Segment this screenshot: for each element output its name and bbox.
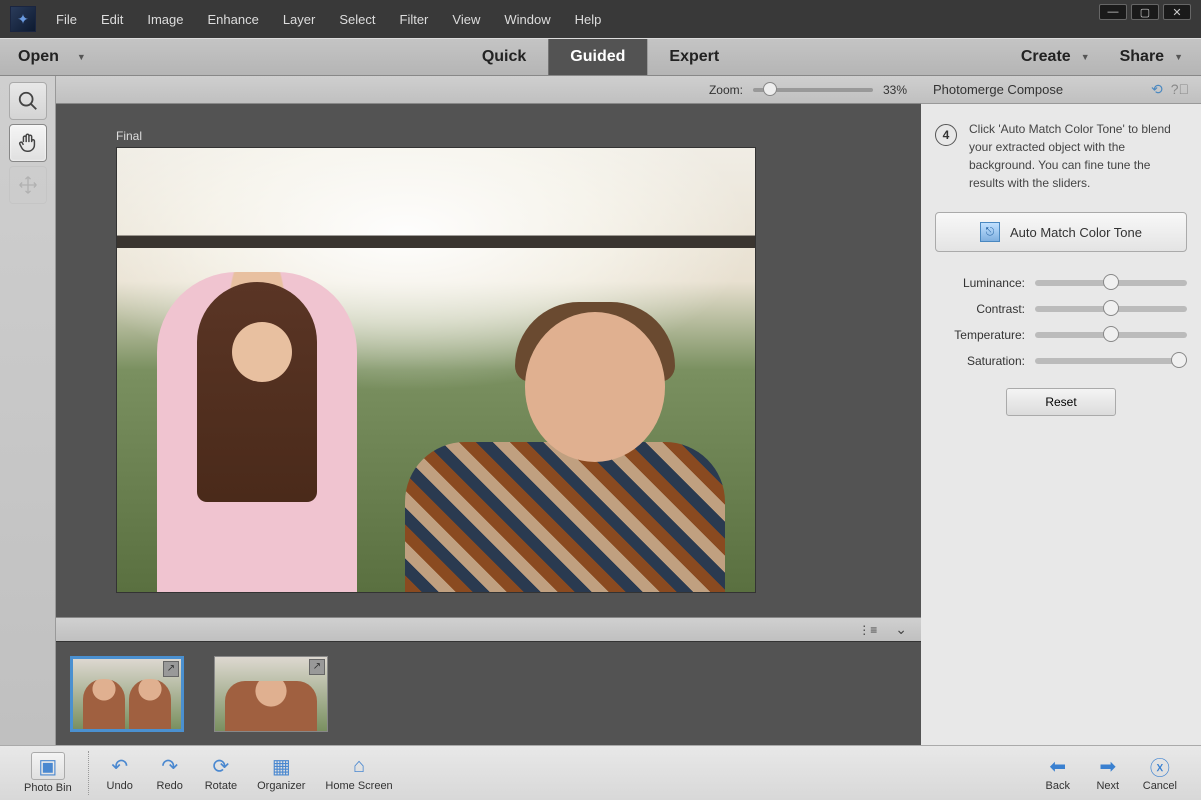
list-view-icon[interactable]: ⋮≡ xyxy=(858,623,877,637)
expand-icon[interactable]: ⌄ xyxy=(895,621,907,638)
zoom-slider[interactable] xyxy=(753,88,873,92)
slider-thumb[interactable] xyxy=(1171,352,1187,368)
open-button[interactable]: Open ▼ xyxy=(18,48,86,66)
step-row: 4 Click 'Auto Match Color Tone' to blend… xyxy=(935,120,1187,192)
back-button[interactable]: ⬅ Back xyxy=(1033,750,1083,796)
hand-tool[interactable] xyxy=(9,124,47,162)
slider-saturation: Saturation: xyxy=(935,354,1187,368)
menu-view[interactable]: View xyxy=(440,8,492,31)
canvas-image[interactable] xyxy=(116,147,756,593)
home-screen-button[interactable]: ⌂ Home Screen xyxy=(315,750,402,796)
reset-icon[interactable]: ⟲ xyxy=(1151,81,1163,98)
organizer-button[interactable]: ▦ Organizer xyxy=(247,750,315,796)
menu-edit[interactable]: Edit xyxy=(89,8,135,31)
photo-bin-thumb-1[interactable] xyxy=(70,656,184,732)
titlebar: ✦ File Edit Image Enhance Layer Select F… xyxy=(0,0,1201,38)
header-right-actions: Create ▼ Share ▼ xyxy=(1021,48,1183,66)
main-menu: File Edit Image Enhance Layer Select Fil… xyxy=(44,8,613,31)
canvas-viewport[interactable]: Final xyxy=(56,104,921,617)
photo-bin-icon: ▣ xyxy=(31,752,65,780)
redo-button[interactable]: ↷ Redo xyxy=(145,750,195,796)
zoom-value: 33% xyxy=(883,83,907,97)
rotate-icon: ⟳ xyxy=(207,754,235,778)
auto-match-icon: ⎋ xyxy=(980,222,1000,242)
reset-button[interactable]: Reset xyxy=(1006,388,1116,416)
contrast-slider[interactable] xyxy=(1035,306,1187,312)
redo-icon: ↷ xyxy=(156,754,184,778)
right-panel: Photomerge Compose ⟲ ?⃝ 4 Click 'Auto Ma… xyxy=(921,76,1201,745)
cancel-icon: ⓧ xyxy=(1146,754,1174,778)
menu-select[interactable]: Select xyxy=(327,8,387,31)
auto-match-color-tone-button[interactable]: ⎋ Auto Match Color Tone xyxy=(935,212,1187,252)
chevron-down-icon: ▼ xyxy=(1174,52,1183,62)
saturation-slider[interactable] xyxy=(1035,358,1187,364)
chevron-down-icon: ▼ xyxy=(77,52,86,62)
next-icon: ➡ xyxy=(1094,754,1122,778)
slider-contrast: Contrast: xyxy=(935,302,1187,316)
canvas-area: Zoom: 33% Final ⋮≡ ⌄ xyxy=(56,76,921,745)
tab-expert[interactable]: Expert xyxy=(647,39,741,75)
minimize-button[interactable]: — xyxy=(1099,4,1127,20)
separator xyxy=(88,751,89,795)
maximize-button[interactable]: ▢ xyxy=(1131,4,1159,20)
undo-button[interactable]: ↶ Undo xyxy=(95,750,145,796)
panel-body: 4 Click 'Auto Match Color Tone' to blend… xyxy=(921,104,1201,745)
open-label: Open xyxy=(18,48,59,66)
tool-column xyxy=(0,76,56,745)
zoom-slider-thumb[interactable] xyxy=(763,82,777,96)
menu-layer[interactable]: Layer xyxy=(271,8,328,31)
canvas-label: Final xyxy=(116,129,861,143)
slider-temperature: Temperature: xyxy=(935,328,1187,342)
menu-filter[interactable]: Filter xyxy=(388,8,441,31)
photo-bin xyxy=(56,641,921,745)
rotate-button[interactable]: ⟳ Rotate xyxy=(195,750,247,796)
zoom-tool[interactable] xyxy=(9,82,47,120)
bottom-toolbar: ▣ Photo Bin ↶ Undo ↷ Redo ⟳ Rotate ▦ Org… xyxy=(0,745,1201,800)
organizer-icon: ▦ xyxy=(267,754,295,778)
photo-bin-button[interactable]: ▣ Photo Bin xyxy=(14,748,82,798)
slider-thumb[interactable] xyxy=(1103,274,1119,290)
step-number: 4 xyxy=(935,124,957,146)
slider-luminance: Luminance: xyxy=(935,276,1187,290)
menu-help[interactable]: Help xyxy=(563,8,614,31)
zoom-bar: Zoom: 33% xyxy=(56,76,921,104)
create-button[interactable]: Create ▼ xyxy=(1021,48,1090,66)
menu-enhance[interactable]: Enhance xyxy=(196,8,271,31)
app-icon: ✦ xyxy=(10,6,36,32)
mode-header: Open ▼ Quick Guided Expert Create ▼ Shar… xyxy=(0,38,1201,76)
undo-icon: ↶ xyxy=(106,754,134,778)
panel-header: Photomerge Compose ⟲ ?⃝ xyxy=(921,76,1201,104)
luminance-slider[interactable] xyxy=(1035,280,1187,286)
slider-thumb[interactable] xyxy=(1103,326,1119,342)
slider-thumb[interactable] xyxy=(1103,300,1119,316)
tab-guided[interactable]: Guided xyxy=(548,39,647,75)
cancel-button[interactable]: ⓧ Cancel xyxy=(1133,750,1187,796)
panel-title: Photomerge Compose xyxy=(933,82,1063,97)
menu-file[interactable]: File xyxy=(44,8,89,31)
mode-tabs: Quick Guided Expert xyxy=(460,39,741,75)
temperature-slider[interactable] xyxy=(1035,332,1187,338)
next-button[interactable]: ➡ Next xyxy=(1083,750,1133,796)
back-icon: ⬅ xyxy=(1044,754,1072,778)
menu-window[interactable]: Window xyxy=(492,8,562,31)
move-tool xyxy=(9,166,47,204)
photo-bin-thumb-2[interactable] xyxy=(214,656,328,732)
help-icon[interactable]: ?⃝ xyxy=(1171,81,1189,98)
share-button[interactable]: Share ▼ xyxy=(1120,48,1183,66)
chevron-down-icon: ▼ xyxy=(1081,52,1090,62)
tab-quick[interactable]: Quick xyxy=(460,39,548,75)
home-icon: ⌂ xyxy=(345,754,373,778)
main-area: Zoom: 33% Final ⋮≡ ⌄ xyxy=(0,76,1201,745)
menu-image[interactable]: Image xyxy=(135,8,195,31)
canvas-statusbar: ⋮≡ ⌄ xyxy=(56,617,921,641)
close-button[interactable]: ✕ xyxy=(1163,4,1191,20)
zoom-label: Zoom: xyxy=(709,83,743,97)
step-text: Click 'Auto Match Color Tone' to blend y… xyxy=(969,120,1187,192)
window-controls: — ▢ ✕ xyxy=(1099,4,1191,20)
